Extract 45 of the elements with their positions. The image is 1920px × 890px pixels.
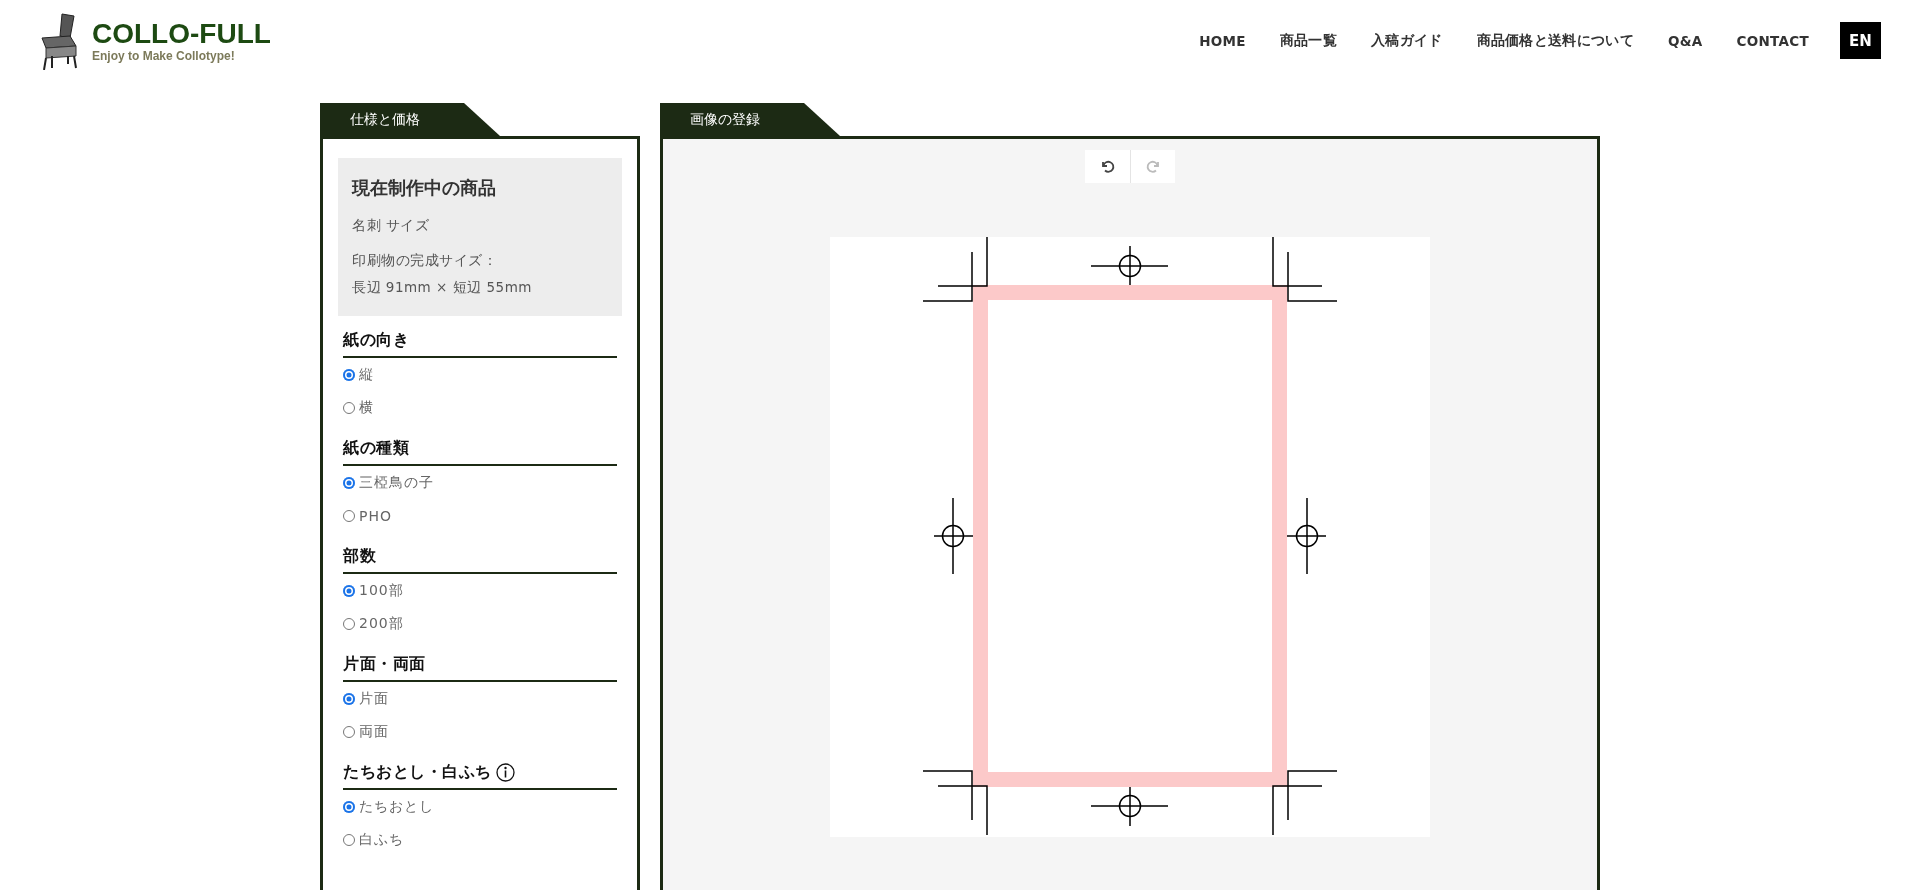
radio-button[interactable]	[343, 800, 355, 813]
option-label[interactable]: たちおとし	[359, 797, 434, 816]
group-heading: 紙の向き	[343, 329, 409, 351]
option-label[interactable]: 縦	[359, 365, 374, 384]
language-button[interactable]: EN	[1840, 22, 1881, 59]
nav-link[interactable]: 商品一覧	[1279, 31, 1338, 50]
size-value: 長辺 91mm × 短辺 55mm	[352, 278, 533, 297]
radio-button[interactable]	[343, 692, 355, 705]
option-label[interactable]: 両面	[359, 722, 389, 741]
group-heading: 紙の種類	[343, 437, 409, 459]
radio-button[interactable]	[343, 509, 355, 522]
option-label[interactable]: 100部	[359, 581, 404, 600]
radio-button[interactable]	[343, 725, 355, 738]
radio-button[interactable]	[343, 401, 355, 414]
nav-link[interactable]: 商品価格と送料について	[1476, 31, 1634, 50]
group-heading: 片面・両面	[343, 653, 426, 675]
panel-tab[interactable]: 仕様と価格	[320, 103, 500, 136]
product-name: 名刺 サイズ	[352, 216, 431, 235]
info-icon[interactable]	[495, 762, 515, 782]
nav-link[interactable]: CONTACT	[1736, 32, 1809, 49]
radio-button[interactable]	[343, 584, 355, 597]
radio-button[interactable]	[343, 833, 355, 846]
option-label[interactable]: 白ふち	[359, 830, 404, 849]
option-label[interactable]: 200部	[359, 614, 404, 633]
card-heading: 現在制作中の商品	[352, 176, 497, 200]
nav-link[interactable]: HOME	[1199, 32, 1246, 49]
option-label[interactable]: 横	[359, 398, 374, 417]
crop-mark	[1272, 770, 1338, 836]
option-label[interactable]: PHO	[359, 507, 392, 524]
radio-button[interactable]	[343, 368, 355, 381]
group-heading: 部数	[343, 545, 376, 567]
logo-title: COLLO-FULL	[92, 19, 271, 48]
option-label[interactable]: 三椏鳥の子	[359, 473, 434, 492]
option-label[interactable]: 片面	[359, 689, 389, 708]
radio-button[interactable]	[343, 617, 355, 630]
nav-link[interactable]: Q&A	[1667, 32, 1703, 49]
logo-tagline: Enjoy to Make Collotype!	[92, 49, 236, 62]
group-heading: たちおとし・白ふち	[343, 761, 492, 783]
radio-button[interactable]	[343, 476, 355, 489]
size-label: 印刷物の完成サイズ：	[352, 251, 498, 270]
panel-tab[interactable]: 画像の登録	[660, 103, 840, 136]
crop-mark	[922, 237, 988, 302]
crop-mark	[1272, 237, 1338, 302]
nav-link[interactable]: 入稿ガイド	[1371, 31, 1443, 50]
crop-mark	[922, 770, 988, 836]
